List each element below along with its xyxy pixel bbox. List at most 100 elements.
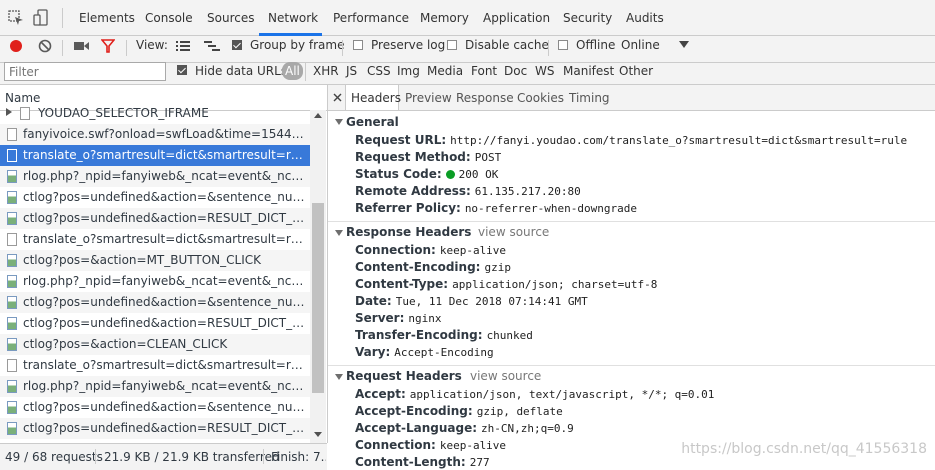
request-row[interactable]: ctlog?pos=undefined&action=RESULT_DICT_S… <box>0 313 310 334</box>
request-row[interactable]: YOUDAO_SELECTOR_IFRAME <box>0 103 310 124</box>
scroll-down-icon[interactable] <box>314 432 322 438</box>
type-filter-ws[interactable]: WS <box>535 64 554 78</box>
type-filter-doc[interactable]: Doc <box>504 64 527 78</box>
header-row: Referrer Policy: no-referrer-when-downgra… <box>355 201 637 215</box>
type-filter-img[interactable]: Img <box>397 64 420 78</box>
tab-timing[interactable]: Timing <box>569 91 610 105</box>
group-by-frame-checkbox[interactable] <box>232 40 242 50</box>
header-row: Server: nginx <box>355 311 442 325</box>
request-row[interactable]: translate_o?smartresult=dict&smartresult… <box>0 145 310 166</box>
request-row[interactable]: translate_o?smartresult=dict&smartresult… <box>0 229 310 250</box>
header-name: Content-Encoding: <box>355 260 481 274</box>
header-row: Accept-Language: zh-CN,zh;q=0.9 <box>355 421 574 435</box>
network-summary-bar: 49 / 68 requests 21.9 KB / 21.9 KB trans… <box>0 443 327 470</box>
filter-input[interactable] <box>4 62 166 81</box>
details-tabbar: Headers Preview Response Cookies Timing <box>328 85 935 111</box>
type-filter-font[interactable]: Font <box>471 64 497 78</box>
hide-data-urls-checkbox[interactable] <box>177 65 187 75</box>
response-headers-section-title[interactable]: Response Headers <box>346 225 471 239</box>
tab-cookies[interactable]: Cookies <box>517 91 564 105</box>
offline-checkbox[interactable] <box>558 40 568 50</box>
video-camera-icon[interactable] <box>74 40 90 52</box>
network-toolbar: View: Group by frame Preserve log Disabl… <box>0 36 935 63</box>
tab-network[interactable]: Network <box>268 11 318 25</box>
tab-headers[interactable]: Headers <box>351 91 401 105</box>
general-section-title[interactable]: General <box>346 115 399 129</box>
type-filter-xhr[interactable]: XHR <box>313 64 339 78</box>
preserve-log-label: Preserve log <box>371 38 446 52</box>
header-name: Referrer Policy: <box>355 201 461 215</box>
type-filter-manifest[interactable]: Manifest <box>563 64 614 78</box>
request-row[interactable]: fanyivoice.swf?onload=swfLoad&time=15445… <box>0 124 310 145</box>
tab-response[interactable]: Response <box>456 91 514 105</box>
request-name: ctlog?pos=undefined&action=RESULT_DICT_S… <box>23 316 309 330</box>
tab-application[interactable]: Application <box>483 11 550 25</box>
group-by-frame-label: Group by frame <box>250 38 345 52</box>
expand-triangle-icon[interactable] <box>335 119 343 125</box>
close-icon[interactable] <box>333 93 342 102</box>
type-filter-css[interactable]: CSS <box>367 64 391 78</box>
header-value: nginx <box>408 312 442 325</box>
disable-cache-checkbox[interactable] <box>447 40 457 50</box>
request-name: rlog.php?_npid=fanyiweb&_ncat=event&_nco… <box>23 169 309 183</box>
response-view-source-link[interactable]: view source <box>478 225 549 239</box>
tab-preview[interactable]: Preview <box>405 91 452 105</box>
filter-icon[interactable] <box>101 39 115 53</box>
expand-triangle-icon[interactable] <box>335 374 343 380</box>
request-row[interactable]: ctlog?pos=undefined&action=&sentence_num… <box>0 397 310 418</box>
image-icon <box>7 254 17 267</box>
type-filter-media[interactable]: Media <box>427 64 463 78</box>
scroll-up-icon[interactable] <box>314 113 322 119</box>
request-row[interactable]: ctlog?pos=undefined&action=&sentence_num… <box>0 187 310 208</box>
large-rows-icon[interactable] <box>176 40 190 52</box>
request-name: rlog.php?_npid=fanyiweb&_ncat=event&_nco… <box>23 274 309 288</box>
type-filter-js[interactable]: JS <box>346 64 357 78</box>
type-filter-all[interactable]: All <box>282 62 303 80</box>
request-name: rlog.php?_npid=fanyiweb&_ncat=event&_nco… <box>23 379 309 393</box>
request-row[interactable]: ctlog?pos=&action=MT_BUTTON_CLICK <box>0 250 310 271</box>
header-name: Connection: <box>355 438 436 452</box>
request-row[interactable]: rlog.php?_npid=fanyiweb&_ncat=event&_nco… <box>0 271 310 292</box>
request-name: ctlog?pos=undefined&action=&sentence_num… <box>23 295 309 309</box>
request-row[interactable]: translate_o?smartresult=dict&smartresult… <box>0 355 310 376</box>
tab-sources[interactable]: Sources <box>207 11 254 25</box>
divider <box>126 40 127 56</box>
type-filter-other[interactable]: Other <box>619 64 653 78</box>
header-name: Request URL: <box>355 133 447 147</box>
waterfall-icon[interactable] <box>204 40 220 52</box>
preserve-log-checkbox[interactable] <box>353 40 363 50</box>
request-row[interactable]: ctlog?pos=&action=CLEAN_CLICK <box>0 334 310 355</box>
header-value: gzip <box>484 261 511 274</box>
throttling-select[interactable]: Online <box>621 38 660 52</box>
dropdown-arrow-icon[interactable] <box>679 41 689 49</box>
request-row[interactable]: rlog.php?_npid=fanyiweb&_ncat=event&_nco… <box>0 376 310 397</box>
inspect-element-icon[interactable] <box>8 10 24 26</box>
header-row: Content-Encoding: gzip <box>355 260 511 274</box>
request-view-source-link[interactable]: view source <box>470 369 541 383</box>
tab-elements[interactable]: Elements <box>79 11 135 25</box>
request-name: ctlog?pos=undefined&action=&sentence_num… <box>23 190 309 204</box>
request-row[interactable]: ctlog?pos=undefined&action=&sentence_num… <box>0 292 310 313</box>
divider <box>95 449 96 464</box>
request-row[interactable]: rlog.php?_npid=fanyiweb&_ncat=event&_nco… <box>0 166 310 187</box>
tab-performance[interactable]: Performance <box>333 11 409 25</box>
header-value: keep-alive <box>439 439 507 452</box>
transferred-size: 21.9 KB / 21.9 KB transferred <box>104 450 280 464</box>
request-row[interactable]: ctlog?pos=undefined&action=RESULT_DICT_S… <box>0 208 310 229</box>
tab-console[interactable]: Console <box>145 11 193 25</box>
expand-triangle-icon[interactable] <box>335 230 343 236</box>
request-headers-section-title[interactable]: Request Headers <box>346 369 462 383</box>
expand-arrow-icon[interactable] <box>6 108 12 116</box>
header-value: no-referrer-when-downgrade <box>464 202 637 215</box>
request-row[interactable]: ctlog?pos=undefined&action=RESULT_DICT_S… <box>0 418 310 439</box>
hide-data-urls-label: Hide data URLs <box>195 64 288 78</box>
scrollbar-thumb[interactable] <box>312 203 324 393</box>
tab-audits[interactable]: Audits <box>626 11 664 25</box>
file-icon <box>7 128 17 141</box>
header-value: application/json; charset=utf-8 <box>452 278 658 291</box>
tab-memory[interactable]: Memory <box>420 11 469 25</box>
tab-security[interactable]: Security <box>563 11 612 25</box>
clear-icon[interactable] <box>38 39 52 53</box>
record-icon[interactable] <box>9 39 23 53</box>
device-toolbar-icon[interactable] <box>33 9 49 27</box>
